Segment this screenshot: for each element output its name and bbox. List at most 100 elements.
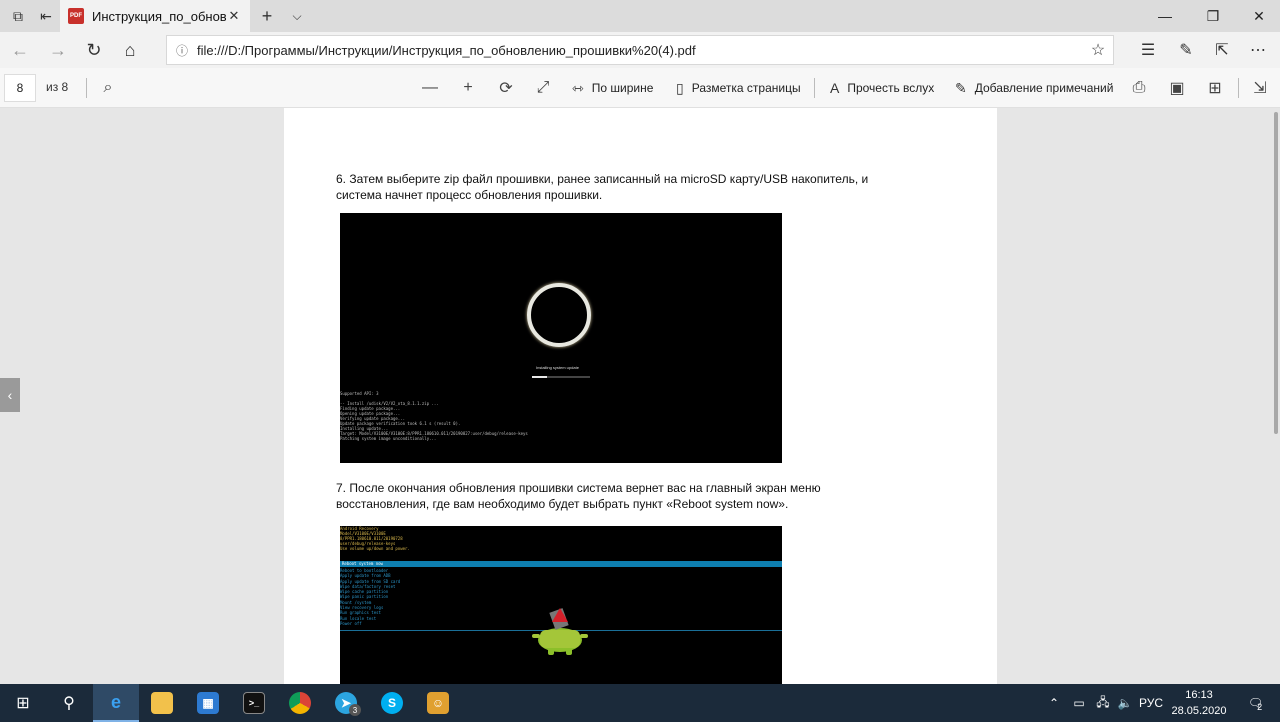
tab-title: Инструкция_по_обнов. bbox=[92, 8, 226, 24]
step6-text: 6. Затем выберите zip файл прошивки, ран… bbox=[336, 171, 896, 203]
web-note-pen-icon[interactable]: ✎ bbox=[1168, 32, 1204, 68]
favorite-star-icon[interactable]: ☆ bbox=[1083, 40, 1113, 60]
pdf-file-icon: PDF bbox=[68, 8, 84, 24]
rotate-icon[interactable]: ⟳ bbox=[492, 74, 520, 102]
refresh-icon[interactable]: ↻ bbox=[76, 32, 112, 68]
tab-preview-chevron-icon[interactable]: ⌵ bbox=[284, 0, 310, 32]
save-icon[interactable]: ▣ bbox=[1163, 74, 1191, 102]
fit-width-label: По ширине bbox=[591, 81, 654, 95]
site-info-icon[interactable]: ⓘ bbox=[167, 42, 197, 59]
page-total: из 8 bbox=[46, 80, 69, 94]
fit-page-icon[interactable]: ⤢ bbox=[529, 74, 557, 102]
page-layout-button[interactable]: ▯ Разметка страницы bbox=[676, 74, 801, 102]
step7-line1: 7. После окончания обновления прошивки с… bbox=[336, 481, 821, 495]
step6-line1: 6. Затем выберите zip файл прошивки, ран… bbox=[336, 172, 869, 186]
recovery-header-text: Android Recovery Model/V3100E/V3100E 8/P… bbox=[340, 526, 410, 551]
install-progress-fill bbox=[532, 376, 547, 378]
search-icon[interactable]: ⚲ bbox=[46, 684, 92, 722]
system-clock[interactable]: 16:13 28.05.2020 bbox=[1166, 687, 1232, 719]
add-notes-label: Добавление примечаний bbox=[974, 81, 1114, 95]
recovery-menu-screenshot: Android Recovery Model/V3100E/V3100E 8/P… bbox=[340, 526, 782, 684]
previous-page-chevron-icon[interactable]: ‹ bbox=[0, 378, 20, 412]
install-log-text: Supported API: 3 -- Install /udisk/V2/V2… bbox=[340, 391, 528, 441]
read-aloud-label: Прочесть вслух bbox=[847, 81, 935, 95]
address-bar[interactable]: ⓘ file:///D:/Программы/Инструкции/Инстру… bbox=[166, 35, 1114, 65]
android-robot-icon bbox=[532, 608, 588, 655]
more-options-icon[interactable]: ⋯ bbox=[1240, 32, 1276, 68]
print-icon[interactable]: ⎙ bbox=[1125, 74, 1153, 102]
toolbar-divider bbox=[86, 78, 87, 98]
volume-icon[interactable]: 🔈 bbox=[1114, 684, 1136, 722]
windows-start-icon[interactable]: ⊞ bbox=[0, 684, 46, 722]
minimize-button[interactable]: — bbox=[1142, 0, 1188, 32]
search-icon[interactable]: ⌕ bbox=[94, 74, 122, 102]
page-layout-icon: ▯ bbox=[676, 79, 684, 96]
device-icon[interactable]: ▭ bbox=[1068, 684, 1090, 722]
restore-button[interactable]: ❐ bbox=[1190, 0, 1236, 32]
skype-icon[interactable]: S bbox=[369, 684, 415, 722]
fit-width-button[interactable]: ⇿ По ширине bbox=[572, 74, 653, 102]
save-as-icon[interactable]: ⊞ bbox=[1201, 74, 1229, 102]
recovery-selected-item: Reboot system now bbox=[340, 561, 782, 567]
notifications-button[interactable]: 🗨 2 bbox=[1238, 684, 1272, 722]
edge-logo-icon: e bbox=[110, 691, 121, 712]
page-layout-label: Разметка страницы bbox=[691, 81, 801, 95]
chrome-logo-icon bbox=[289, 692, 311, 714]
installing-status-text: Installing system update bbox=[536, 365, 579, 370]
install-progress-bar bbox=[532, 376, 590, 378]
pin-toolbar-icon[interactable]: ⇲ bbox=[1246, 74, 1274, 102]
file-explorer-icon[interactable] bbox=[139, 684, 185, 722]
telegram-icon[interactable]: ➤ 3 bbox=[323, 684, 369, 722]
favorites-list-icon[interactable]: ☰ bbox=[1130, 32, 1166, 68]
folder-icon bbox=[151, 692, 173, 714]
pdf-page: 6. Затем выберите zip файл прошивки, ран… bbox=[284, 108, 997, 684]
forward-arrow-icon[interactable]: → bbox=[40, 32, 76, 68]
back-arrow-icon[interactable]: ← bbox=[2, 32, 38, 68]
close-window-button[interactable]: ✕ bbox=[1236, 0, 1280, 32]
step7-text: 7. После окончания обновления прошивки с… bbox=[336, 480, 896, 512]
new-tab-button[interactable]: + bbox=[254, 0, 280, 32]
skype-logo-icon: S bbox=[381, 692, 403, 714]
close-tab-icon[interactable]: ✕ bbox=[226, 8, 242, 24]
installing-update-screenshot: Installing system update Supported API: … bbox=[340, 213, 782, 463]
read-aloud-button[interactable]: A Прочесть вслух bbox=[830, 74, 934, 102]
show-hidden-icons-chevron-icon[interactable]: ⌃ bbox=[1044, 684, 1064, 722]
pen-icon: ✎ bbox=[955, 79, 967, 96]
taskbar: ⊞ ⚲ e ▦ >_ ➤ 3 S ☺ ⌃ ▭ 🖧 🔈 РУС 16:13 28.… bbox=[0, 684, 1280, 722]
pdf-toolbar: 8 из 8 ⌕ — + ⟳ ⤢ ⇿ По ширине ▯ Разметка … bbox=[0, 68, 1280, 108]
share-icon[interactable]: ⇱ bbox=[1204, 32, 1240, 68]
pdf-viewer[interactable]: 6. Затем выберите zip файл прошивки, ран… bbox=[0, 108, 1280, 684]
set-tabs-aside-icon[interactable]: ⇤ bbox=[28, 0, 64, 32]
loading-ring-icon bbox=[527, 283, 591, 347]
page-number-input[interactable]: 8 bbox=[4, 74, 36, 102]
recovery-menu-list: Reboot to bootloader Apply update from A… bbox=[340, 568, 401, 626]
chrome-icon[interactable] bbox=[277, 684, 323, 722]
notifications-count: 2 bbox=[1257, 702, 1263, 712]
add-notes-button[interactable]: ✎ Добавление примечаний bbox=[955, 74, 1113, 102]
toolbar-divider bbox=[1238, 78, 1239, 98]
address-url[interactable]: file:///D:/Программы/Инструкции/Инструкц… bbox=[197, 43, 1083, 58]
read-aloud-icon: A bbox=[830, 80, 840, 96]
network-icon[interactable]: 🖧 bbox=[1092, 684, 1114, 722]
language-indicator[interactable]: РУС bbox=[1138, 684, 1164, 722]
store-icon[interactable]: ▦ bbox=[185, 684, 231, 722]
telegram-unread-badge: 3 bbox=[349, 704, 361, 716]
fit-width-icon: ⇿ bbox=[572, 79, 584, 96]
game-app-icon: ☺ bbox=[427, 692, 449, 714]
toolbar-divider bbox=[814, 78, 815, 98]
home-icon[interactable]: ⌂ bbox=[112, 32, 148, 68]
vertical-scrollbar[interactable] bbox=[1274, 112, 1278, 434]
title-bar: ⧉ ⇤ PDF Инструкция_по_обнов. ✕ + ⌵ — ❐ ✕ bbox=[0, 0, 1280, 32]
app-icon[interactable]: ☺ bbox=[415, 684, 461, 722]
clock-time: 16:13 bbox=[1185, 689, 1213, 701]
clock-date: 28.05.2020 bbox=[1171, 705, 1227, 717]
navigation-bar: ← → ↻ ⌂ ⓘ file:///D:/Программы/Инструкци… bbox=[0, 32, 1280, 68]
browser-tab[interactable]: PDF Инструкция_по_обнов. ✕ bbox=[60, 0, 250, 32]
shopping-bag-icon: ▦ bbox=[197, 692, 219, 714]
zoom-out-icon[interactable]: — bbox=[416, 74, 444, 102]
step6-line2: система начнет процесс обновления прошив… bbox=[336, 188, 603, 202]
edge-browser-icon[interactable]: e bbox=[93, 684, 139, 722]
console-icon: >_ bbox=[243, 692, 265, 714]
zoom-in-icon[interactable]: + bbox=[454, 74, 482, 102]
terminal-icon[interactable]: >_ bbox=[231, 684, 277, 722]
